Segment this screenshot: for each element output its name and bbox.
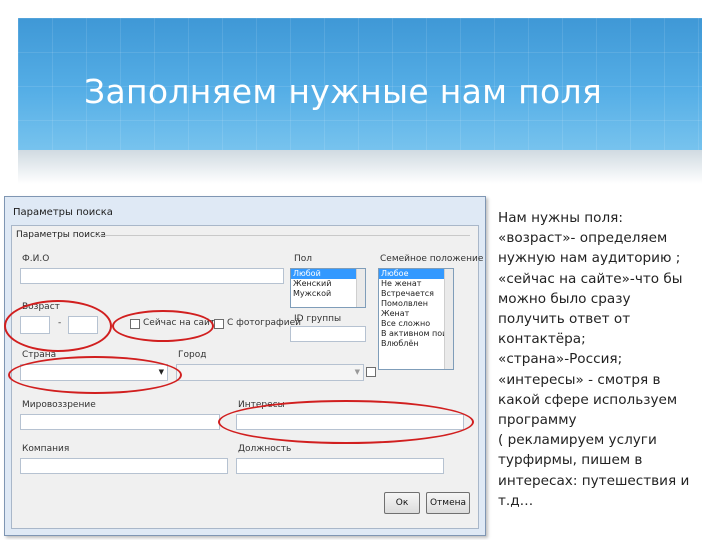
company-label: Компания [22,444,70,454]
marital-option[interactable]: Все сложно [379,319,453,329]
gender-label: Пол [294,254,313,264]
marital-option[interactable]: Не женат [379,279,453,289]
chevron-down-icon[interactable]: ▼ [355,368,360,376]
notes-line: т.д… [498,492,534,509]
city-select[interactable]: ▼ [176,364,364,381]
name-input[interactable] [20,268,284,284]
notes-line: контактёра; [498,331,586,348]
position-input[interactable] [236,458,444,474]
notes-text: Нам нужны поля: «возраст»- определяем ну… [498,208,710,511]
header-shadow [18,150,702,184]
name-label: Ф.И.О [22,254,50,264]
gender-option[interactable]: Любой [291,269,365,279]
marital-option[interactable]: Влюблён [379,339,453,349]
id-group-input[interactable] [290,326,366,342]
gender-scrollbar[interactable] [356,269,365,307]
id-group-label: ID группы [294,314,342,324]
notes-line: интересах: путешествия и [498,472,690,489]
online-highlight-ring [112,310,214,342]
marital-label: Семейное положение [380,254,484,264]
notes-line: можно было сразу [498,290,631,307]
city-label: Город [178,350,207,360]
marital-option[interactable]: В активном поиске [379,329,453,339]
marital-option[interactable]: Помолвлен [379,299,453,309]
notes-line: «возраст»- определяем [498,230,668,247]
notes-line: «интересы» - смотря в [498,371,661,388]
gender-listbox[interactable]: Любой Женский Мужской [290,268,366,308]
marital-listbox[interactable]: Любое Не женат Встречается Помолвлен Жен… [378,268,454,370]
dialog-title: Параметры поиска [13,207,113,218]
group-divider [94,235,470,236]
notes-line: «страна»-Россия; [498,351,623,368]
notes-line: ( рекламируем услуги [498,432,657,449]
slide-header: Заполняем нужные нам поля [18,18,702,150]
city-checkbox[interactable] [366,367,376,377]
notes-line: нужную нам аудиторию ; [498,250,681,267]
age-highlight-ring [4,300,112,352]
interests-highlight-ring [218,400,474,444]
cancel-button[interactable]: Отмена [426,492,470,514]
country-highlight-ring [8,356,182,394]
group-title: Параметры поиска [16,230,106,240]
notes-line: какой сфере используем [498,391,678,408]
notes-line: программу [498,412,577,429]
marital-option[interactable]: Встречается [379,289,453,299]
worldview-input[interactable] [20,414,220,430]
marital-option[interactable]: Любое [379,269,453,279]
notes-line: «сейчас на сайте»-что бы [498,270,683,287]
notes-line: получить ответ от [498,311,631,328]
worldview-label: Мировоззрение [22,400,96,410]
notes-line: Нам нужны поля: [498,210,623,226]
marital-scrollbar[interactable] [444,269,453,369]
company-input[interactable] [20,458,228,474]
slide-title: Заполняем нужные нам поля [84,72,603,111]
photo-checkbox[interactable] [214,319,224,329]
marital-option[interactable]: Женат [379,309,453,319]
gender-option[interactable]: Женский [291,279,365,289]
ok-button[interactable]: Ок [384,492,420,514]
gender-option[interactable]: Мужской [291,289,365,299]
notes-line: турфирмы, пишем в [498,452,643,469]
position-label: Должность [238,444,292,454]
